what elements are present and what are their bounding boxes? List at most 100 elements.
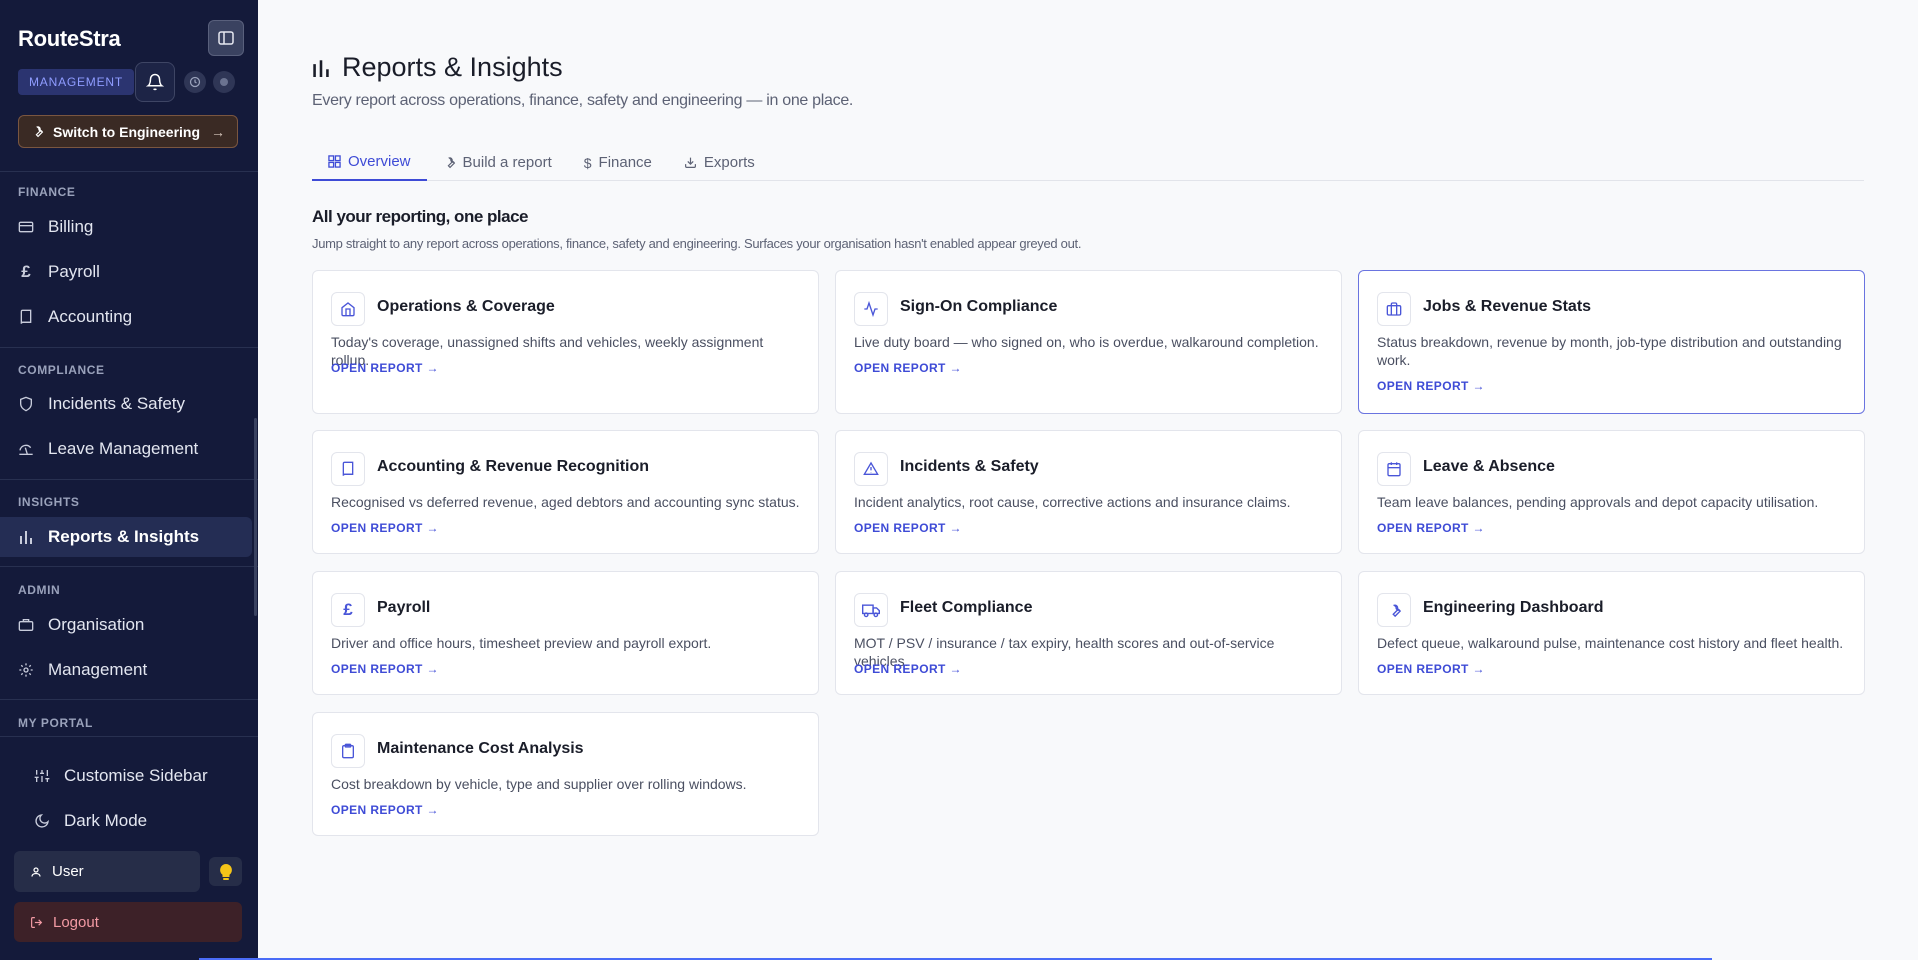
collapse-sidebar-button[interactable] (208, 20, 244, 56)
open-report-link[interactable]: OPEN REPORT → (854, 361, 962, 375)
section-label-admin: ADMIN (18, 583, 61, 597)
sidebar: RouteStra MANAGEMENT Switch to Engineeri… (0, 0, 258, 960)
page-subtitle: Every report across operations, finance,… (312, 92, 854, 109)
report-card-jobs-revenue[interactable]: Jobs & Revenue Stats Status breakdown, r… (1358, 270, 1865, 414)
sidebar-item-incidents[interactable]: Incidents & Safety (0, 384, 252, 424)
divider (0, 699, 258, 700)
card-title: Payroll (377, 599, 431, 616)
open-report-link[interactable]: OPEN REPORT → (331, 521, 439, 535)
section-description: Jump straight to any report across opera… (312, 236, 1082, 251)
card-title: Maintenance Cost Analysis (377, 740, 584, 757)
main-content: Reports & Insights Every report across o… (258, 0, 1918, 960)
open-report-link[interactable]: OPEN REPORT → (331, 361, 439, 375)
credit-card-icon (18, 219, 34, 235)
section-title: All your reporting, one place (312, 207, 528, 226)
switch-to-engineering-button[interactable]: Switch to Engineering → (18, 115, 238, 148)
card-title: Sign-On Compliance (900, 298, 1058, 315)
section-label-finance: FINANCE (18, 185, 76, 199)
role-badge: MANAGEMENT (18, 69, 135, 95)
wrench-icon (1377, 593, 1411, 627)
card-description: Defect queue, walkaround pulse, maintena… (1377, 635, 1844, 651)
calendar-icon (1377, 452, 1411, 486)
card-description: Status breakdown, revenue by month, job-… (1377, 334, 1842, 368)
divider (0, 736, 258, 737)
report-tabs: Overview Build a report $ Finance Export… (312, 144, 1864, 181)
sidebar-item-label: Billing (48, 217, 94, 236)
tab-label: Finance (598, 154, 652, 171)
report-card-payroll[interactable]: £ Payroll Driver and office hours, times… (312, 571, 819, 695)
tips-button[interactable] (209, 857, 242, 886)
logout-label: Logout (53, 913, 99, 931)
building-icon (18, 617, 34, 633)
tab-finance[interactable]: $ Finance (568, 144, 668, 181)
customise-sidebar-button[interactable]: Customise Sidebar (34, 766, 208, 786)
report-card-leave[interactable]: Leave & Absence Team leave balances, pen… (1358, 430, 1865, 554)
status-button[interactable] (213, 71, 235, 93)
tab-build-report[interactable]: Build a report (427, 144, 568, 181)
grid-icon (328, 155, 341, 168)
card-title: Fleet Compliance (900, 599, 1033, 616)
open-report-link[interactable]: OPEN REPORT → (331, 662, 439, 676)
report-card-engineering[interactable]: Engineering Dashboard Defect queue, walk… (1358, 571, 1865, 695)
sidebar-item-payroll[interactable]: £ Payroll (0, 252, 252, 292)
page-title: Reports & Insights (312, 52, 563, 83)
tab-label: Exports (703, 154, 755, 171)
user-menu-button[interactable]: User (14, 851, 200, 892)
report-card-fleet[interactable]: Fleet Compliance MOT / PSV / insurance /… (835, 571, 1342, 695)
bar-chart-icon (18, 529, 34, 545)
card-description: Live duty board — who signed on, who is … (854, 334, 1319, 350)
sidebar-item-accounting[interactable]: Accounting (0, 297, 252, 337)
report-card-maintenance[interactable]: Maintenance Cost Analysis Cost breakdown… (312, 712, 819, 836)
sidebar-item-organisation[interactable]: Organisation (0, 605, 252, 645)
tab-overview[interactable]: Overview (312, 144, 427, 181)
dark-mode-toggle[interactable]: Dark Mode (34, 811, 147, 831)
open-report-link[interactable]: OPEN REPORT → (854, 521, 962, 535)
open-report-link[interactable]: OPEN REPORT → (854, 662, 962, 676)
open-report-link[interactable]: OPEN REPORT → (1377, 379, 1485, 393)
truck-icon (854, 593, 888, 627)
sidebar-item-leave[interactable]: Leave Management (0, 429, 252, 469)
card-description: Recognised vs deferred revenue, aged deb… (331, 494, 800, 510)
divider (0, 566, 258, 567)
sidebar-item-label: Reports & Insights (48, 527, 200, 546)
tab-exports[interactable]: Exports (668, 144, 771, 181)
report-card-operations[interactable]: Operations & Coverage Today's coverage, … (312, 270, 819, 414)
sidebar-item-management[interactable]: Management (0, 650, 252, 690)
open-report-link[interactable]: OPEN REPORT → (331, 803, 439, 817)
logout-button[interactable]: Logout (14, 902, 242, 942)
notifications-button[interactable] (135, 62, 175, 102)
tab-label: Build a report (462, 154, 552, 171)
sidebar-scrollbar[interactable] (254, 418, 257, 616)
bell-icon (146, 73, 164, 91)
card-title: Accounting & Revenue Recognition (377, 458, 650, 475)
sidebar-item-billing[interactable]: Billing (0, 207, 252, 247)
page-title-text: Reports & Insights (342, 52, 563, 82)
status-dot-icon (220, 78, 228, 86)
card-description: Incident analytics, root cause, correcti… (854, 494, 1291, 510)
book-icon (18, 309, 34, 325)
download-icon (684, 157, 696, 168)
clipboard-icon (331, 734, 365, 768)
card-title: Incidents & Safety (900, 458, 1039, 475)
pound-icon: £ (21, 262, 31, 281)
tab-label: Overview (348, 153, 411, 170)
arrow-right-icon: → (211, 123, 225, 140)
section-label-insights: INSIGHTS (18, 495, 80, 509)
open-report-link[interactable]: OPEN REPORT → (1377, 521, 1485, 535)
shield-icon (18, 396, 34, 412)
briefcase-icon (1377, 292, 1411, 326)
card-description: Cost breakdown by vehicle, type and supp… (331, 776, 747, 792)
clock-button[interactable] (184, 71, 206, 93)
sidebar-item-reports[interactable]: Reports & Insights (0, 517, 252, 557)
card-title: Operations & Coverage (377, 298, 555, 315)
report-card-sign-on[interactable]: Sign-On Compliance Live duty board — who… (835, 270, 1342, 414)
umbrella-beach-icon (18, 441, 34, 457)
report-card-accounting[interactable]: Accounting & Revenue Recognition Recogni… (312, 430, 819, 554)
dollar-icon: $ (583, 154, 592, 171)
wrench-icon (35, 126, 44, 138)
home-icon (331, 292, 365, 326)
open-report-link[interactable]: OPEN REPORT → (1377, 662, 1485, 676)
warning-icon (854, 452, 888, 486)
report-card-incidents[interactable]: Incidents & Safety Incident analytics, r… (835, 430, 1342, 554)
card-description: Driver and office hours, timesheet previ… (331, 635, 712, 651)
